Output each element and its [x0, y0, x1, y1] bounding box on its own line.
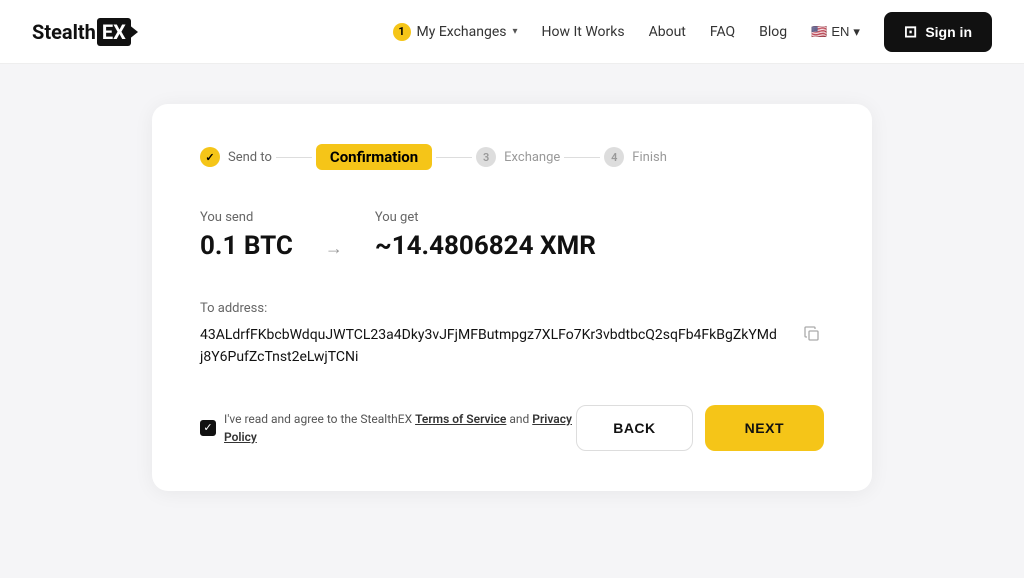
- faq-link[interactable]: FAQ: [710, 24, 735, 40]
- step4-label: Finish: [632, 150, 667, 165]
- step-finish: 4 Finish: [604, 147, 667, 167]
- address-section: To address: 43ALdrfFKbcbWdquJWTCL23a4Dky…: [200, 301, 824, 369]
- step3-circle: 3: [476, 147, 496, 167]
- get-info: You get ~14.4806824 XMR: [375, 210, 596, 261]
- my-exchanges-label: My Exchanges: [417, 24, 507, 40]
- blog-link[interactable]: Blog: [759, 24, 787, 40]
- my-exchanges-badge: 1: [393, 23, 411, 41]
- address-row: 43ALdrfFKbcbWdquJWTCL23a4Dky3vJFjMFButmp…: [200, 324, 824, 369]
- step4-circle: 4: [604, 147, 624, 167]
- language-label: EN: [831, 24, 849, 39]
- language-selector[interactable]: 🇺🇸 EN ▾: [811, 24, 860, 40]
- flag-icon: 🇺🇸: [811, 24, 827, 40]
- logo[interactable]: StealthEX: [32, 18, 138, 46]
- exchange-arrow-icon: →: [325, 238, 343, 259]
- main-nav: 1 My Exchanges ▾ How It Works About FAQ …: [393, 12, 993, 52]
- terms-row: ✓ I've read and agree to the StealthEX T…: [200, 410, 576, 446]
- exchange-summary: You send 0.1 BTC → You get ~14.4806824 X…: [200, 210, 824, 261]
- logo-arrow-icon: [128, 24, 138, 40]
- my-exchanges-caret-icon: ▾: [512, 26, 517, 37]
- send-info: You send 0.1 BTC: [200, 210, 293, 261]
- terms-prefix: I've read and agree to the StealthEX: [224, 412, 412, 426]
- step1-label: Send to: [228, 150, 272, 165]
- main-content: ✓ Send to Confirmation 3 Exchange 4 Fini…: [0, 64, 1024, 531]
- step-send-to: ✓ Send to: [200, 147, 272, 167]
- exchange-card: ✓ Send to Confirmation 3 Exchange 4 Fini…: [152, 104, 872, 491]
- action-buttons: BACK NEXT: [576, 405, 824, 451]
- next-button[interactable]: NEXT: [705, 405, 824, 451]
- get-label: You get: [375, 210, 596, 225]
- copy-address-button[interactable]: [800, 326, 824, 347]
- terms-text: I've read and agree to the StealthEX Ter…: [224, 410, 576, 446]
- get-amount: ~14.4806824 XMR: [375, 231, 596, 261]
- step-exchange: 3 Exchange: [476, 147, 560, 167]
- address-label: To address:: [200, 301, 824, 316]
- logo-ex-text: EX: [97, 18, 131, 46]
- signin-icon: ⊡: [904, 22, 917, 42]
- terms-and: and: [509, 412, 529, 426]
- terms-checkbox[interactable]: ✓: [200, 420, 216, 436]
- step3-label: Exchange: [504, 150, 560, 165]
- about-link[interactable]: About: [649, 24, 686, 40]
- copy-icon: [804, 326, 820, 342]
- send-label: You send: [200, 210, 293, 225]
- how-it-works-link[interactable]: How It Works: [542, 24, 625, 40]
- my-exchanges-button[interactable]: 1 My Exchanges ▾: [393, 23, 518, 41]
- footer-actions: ✓ I've read and agree to the StealthEX T…: [200, 405, 824, 451]
- address-value: 43ALdrfFKbcbWdquJWTCL23a4Dky3vJFjMFButmp…: [200, 324, 780, 369]
- logo-stealth-text: Stealth: [32, 20, 96, 44]
- step1-circle: ✓: [200, 147, 220, 167]
- signin-button[interactable]: ⊡ Sign in: [884, 12, 992, 52]
- signin-label: Sign in: [925, 24, 972, 40]
- terms-of-service-link[interactable]: Terms of Service: [415, 412, 506, 426]
- step2-label: Confirmation: [316, 144, 432, 170]
- lang-caret-icon: ▾: [853, 24, 860, 40]
- step-connector-3: [564, 157, 600, 158]
- back-button[interactable]: BACK: [576, 405, 692, 451]
- step-confirmation: Confirmation: [316, 144, 432, 170]
- send-amount: 0.1 BTC: [200, 231, 293, 261]
- step-connector-2: [436, 157, 472, 158]
- steps-indicator: ✓ Send to Confirmation 3 Exchange 4 Fini…: [200, 144, 824, 170]
- step-connector-1: [276, 157, 312, 158]
